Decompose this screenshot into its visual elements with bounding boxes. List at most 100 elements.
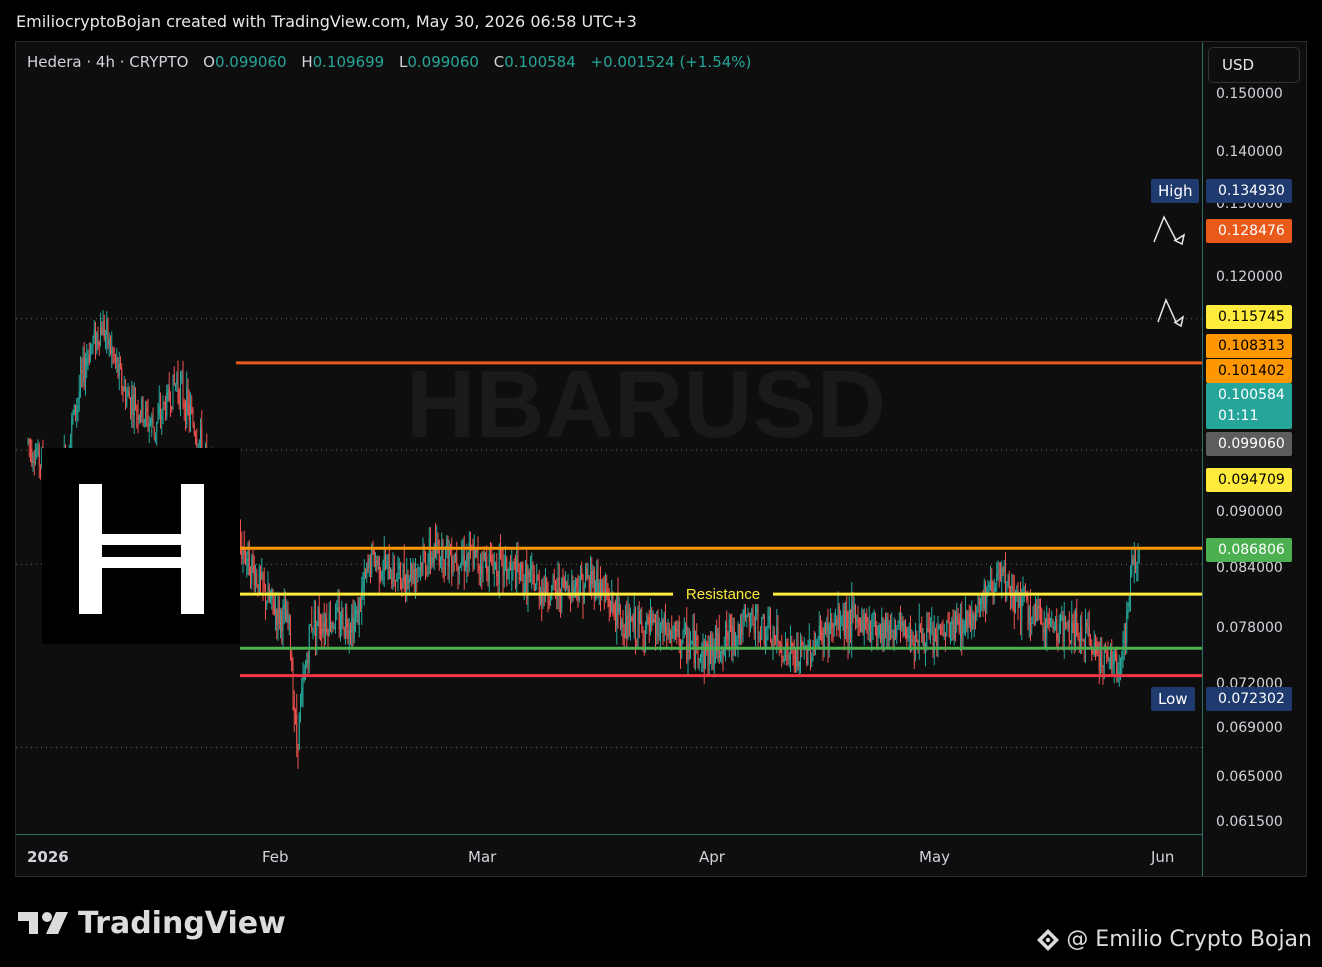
candle-body-509 <box>663 614 665 632</box>
candle-body-806 <box>1035 605 1036 612</box>
candle-body-863 <box>1106 652 1108 658</box>
candle-body-334 <box>445 547 446 569</box>
candle-body-253 <box>343 628 345 635</box>
candle-body-560 <box>727 639 729 641</box>
candle-body-710 <box>915 633 916 656</box>
candle-body-355 <box>471 549 473 551</box>
candle-body-79 <box>126 394 128 406</box>
candle-body-428 <box>562 577 564 579</box>
candle-body-567 <box>736 641 738 643</box>
candlestick-chart[interactable]: HBARUSD Resistance <box>16 42 1203 835</box>
candle-body-318 <box>425 555 426 573</box>
tradingview-logo[interactable]: TradingView <box>18 903 286 943</box>
candle-body-495 <box>646 616 648 629</box>
candle-body-225 <box>308 625 310 664</box>
low-tag-label: Low <box>1151 687 1195 711</box>
candle-body-502 <box>655 622 656 635</box>
candle-body-665 <box>858 618 860 627</box>
candle-body-721 <box>928 628 930 634</box>
candle-body-471 <box>616 594 618 626</box>
candle-body-514 <box>670 631 671 636</box>
candle-body-571 <box>741 626 743 635</box>
candle-body-117 <box>173 374 175 385</box>
candle-body-729 <box>938 625 940 630</box>
candle-body-447 <box>586 569 588 579</box>
candle-body-836 <box>1072 621 1074 624</box>
candle-body-314 <box>420 563 421 569</box>
candle-body-823 <box>1056 619 1058 641</box>
bar-countdown: 01:11 <box>1218 408 1259 424</box>
candle-body-217 <box>298 713 300 750</box>
candle-body-582 <box>755 612 756 634</box>
candle-body-736 <box>947 620 949 622</box>
candle-body-84 <box>132 395 134 416</box>
close-value: 0.100584 <box>504 53 576 71</box>
candle-body-199 <box>276 609 278 625</box>
candle-body-702 <box>905 620 906 629</box>
candle-body-356 <box>472 549 474 568</box>
candle-body-767 <box>986 588 988 606</box>
candle-body-71 <box>116 358 118 363</box>
candle-body-250 <box>340 626 341 630</box>
candle-body-885 <box>1133 556 1135 565</box>
candle-body-685 <box>883 621 885 644</box>
candle-body-821 <box>1053 626 1055 631</box>
candle-body-275 <box>371 546 373 574</box>
candle-body-66 <box>110 339 111 354</box>
price-tick: 0.090000 <box>1216 504 1283 520</box>
candle-body-456 <box>597 571 599 595</box>
candle-body-174 <box>245 554 246 563</box>
candle-body-595 <box>771 640 773 648</box>
candle-body-681 <box>878 625 880 635</box>
candle-body-813 <box>1043 628 1045 633</box>
candle-body-230 <box>315 610 316 637</box>
candle-body-795 <box>1021 597 1023 620</box>
candle-body-749 <box>963 624 965 633</box>
candle-body-357 <box>473 548 475 568</box>
candle-body-874 <box>1120 660 1121 673</box>
candle-body-598 <box>775 639 776 642</box>
candle-body-273 <box>368 558 370 569</box>
candle-body-290 <box>390 577 391 579</box>
candle-body-323 <box>431 557 433 565</box>
candle-body-660 <box>852 601 854 610</box>
candle-body-770 <box>990 579 991 584</box>
candle-body-858 <box>1100 648 1101 671</box>
candle-body-646 <box>835 619 836 623</box>
candle-body-759 <box>976 609 978 618</box>
candle-body-516 <box>672 631 674 639</box>
candle-body-841 <box>1078 639 1080 642</box>
currency-button[interactable]: USD <box>1208 47 1300 83</box>
level-price-label: 0.128476 <box>1206 219 1292 243</box>
candle-body-784 <box>1007 576 1009 588</box>
candle-body-466 <box>610 606 611 612</box>
candle-body-337 <box>448 549 450 568</box>
candle-body-49 <box>88 354 90 363</box>
candle-body-374 <box>495 561 496 564</box>
candle-body-434 <box>570 597 571 601</box>
plot-area[interactable]: HBARUSD Resistance Hedera · 4h · CRYPTO O… <box>16 42 1203 835</box>
candle-body-424 <box>557 576 559 595</box>
candle-body-602 <box>780 642 781 645</box>
chart-frame[interactable]: HBARUSD Resistance Hedera · 4h · CRYPTO O… <box>15 41 1307 877</box>
candle-body-376 <box>497 576 499 585</box>
candle-body-398 <box>525 563 526 584</box>
candle-body-391 <box>516 557 518 587</box>
candle-body-713 <box>918 624 920 646</box>
candle-body-638 <box>825 626 826 632</box>
candle-body-48 <box>87 354 89 359</box>
candle-body-819 <box>1051 621 1053 623</box>
candle-body-64 <box>107 319 109 346</box>
candle-body-828 <box>1062 615 1064 643</box>
candle-body-188 <box>262 572 264 585</box>
candle-body-881 <box>1128 597 1130 606</box>
candle-body-183 <box>256 573 258 585</box>
candle-body-483 <box>631 617 633 622</box>
candle-body-531 <box>691 641 693 644</box>
candle-body-678 <box>875 613 876 627</box>
candle-body-568 <box>737 624 739 642</box>
candle-body-676 <box>872 614 874 633</box>
candle-body-286 <box>385 556 386 569</box>
candle-body-802 <box>1030 607 1031 625</box>
candle-body-555 <box>721 649 723 654</box>
